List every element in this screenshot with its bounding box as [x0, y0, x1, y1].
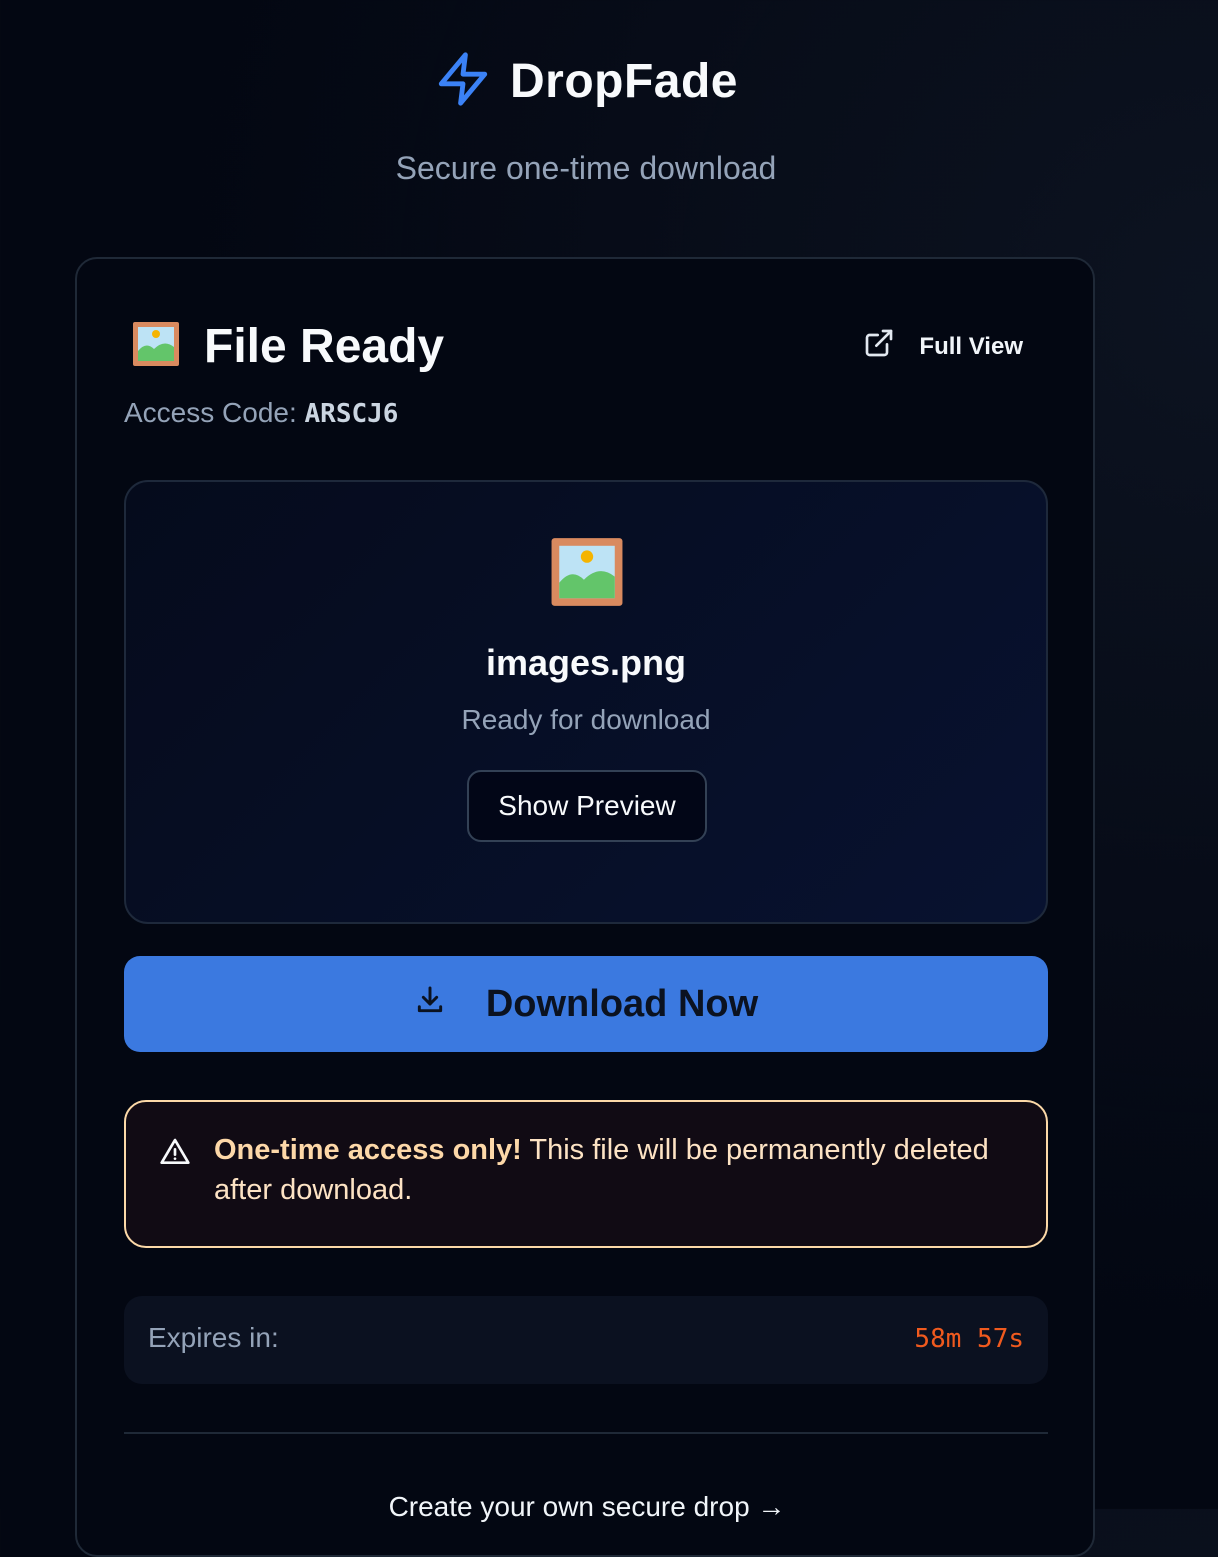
show-preview-button[interactable]: Show Preview	[467, 770, 707, 842]
tagline: Secure one-time download	[395, 150, 777, 186]
full-view-label: Full View	[919, 332, 1023, 360]
access-code-row: Access Code: ARSCJ6	[124, 397, 398, 429]
download-label: Download Now	[485, 982, 759, 1025]
brand-name: DropFade	[509, 55, 738, 108]
file-card: File Ready Full View Access Code: ARSCJ6…	[75, 257, 1095, 1557]
divider	[124, 1432, 1048, 1434]
expires-countdown: 58m 57s	[914, 1324, 1024, 1354]
file-preview-box: images.png Ready for download Show Previ…	[124, 480, 1048, 924]
create-drop-link[interactable]: Create your own secure drop →	[77, 1491, 1097, 1523]
card-header: File Ready	[132, 319, 444, 374]
warning-bold: One-time access only!	[214, 1134, 522, 1166]
full-view-button[interactable]: Full View	[863, 327, 1023, 366]
lightning-icon	[434, 48, 492, 115]
framed-picture-icon	[132, 321, 180, 372]
expires-label: Expires in:	[148, 1322, 279, 1353]
expiry-row: Expires in: 58m 57s	[124, 1296, 1048, 1384]
download-button[interactable]: Download Now	[124, 956, 1048, 1052]
warning-text: One-time access only! This file will be …	[214, 1130, 1024, 1210]
file-status: Ready for download	[461, 704, 711, 735]
download-icon	[414, 983, 446, 1026]
one-time-warning: One-time access only! This file will be …	[124, 1100, 1048, 1248]
external-link-icon	[863, 327, 895, 366]
file-name: images.png	[485, 642, 687, 683]
brand-header: DropFade	[0, 48, 1172, 115]
access-code-value: ARSCJ6	[304, 399, 399, 429]
card-title: File Ready	[204, 320, 445, 373]
access-code-label: Access Code:	[124, 397, 297, 428]
